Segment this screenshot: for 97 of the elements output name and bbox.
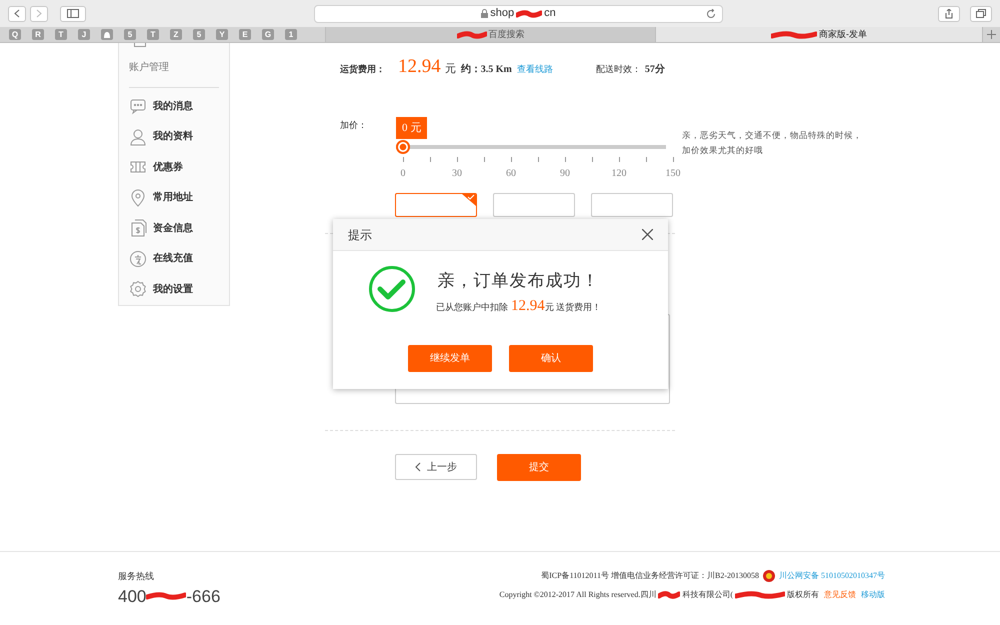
slider-thumb[interactable] xyxy=(396,140,410,154)
sidebar-item[interactable]: 常用地址 xyxy=(129,188,219,208)
bookmark-button[interactable]: G xyxy=(262,29,274,40)
sidebar-item[interactable]: 优惠券 xyxy=(129,157,219,177)
delivery-time: 57分 xyxy=(644,62,665,77)
tick-label: 30 xyxy=(452,167,462,181)
tick-label: 60 xyxy=(506,167,516,181)
chevron-left-icon xyxy=(415,462,421,472)
dialog-button[interactable]: 确认 xyxy=(509,345,593,372)
bookmark-button[interactable]: T xyxy=(55,29,67,40)
url-text: cn xyxy=(544,6,556,22)
sidebar-item[interactable]: 在线充值 xyxy=(129,248,219,268)
hotline-label: 服务热线 xyxy=(118,570,155,583)
section-heading: 账户管理 xyxy=(129,60,219,88)
tick-label: 0 xyxy=(400,167,406,181)
redaction-mark xyxy=(516,10,542,18)
redaction-mark xyxy=(735,591,785,599)
payment-option[interactable] xyxy=(591,193,673,217)
markup-value: 0 元 xyxy=(396,116,428,139)
tabs-button[interactable] xyxy=(970,6,992,22)
redaction-mark xyxy=(146,592,186,600)
tab-title: 百度搜索 xyxy=(488,28,524,41)
dialog-title: 提示 xyxy=(348,226,372,244)
tick-label: 150 xyxy=(666,167,680,181)
location-pin-icon xyxy=(129,188,147,206)
sidebar-item[interactable]: 我的资料 xyxy=(129,126,219,146)
check-corner-icon xyxy=(462,194,476,206)
copyright-text: 科技有限公司( xyxy=(682,589,733,601)
feedback-link[interactable]: 意见反馈 xyxy=(824,589,856,601)
sidebar-item[interactable]: 资金信息 xyxy=(129,218,219,238)
success-check-icon xyxy=(368,265,416,313)
dialog-message: 元 送货费用！ xyxy=(544,300,601,314)
police-record-link[interactable]: 川公网安备 51010502010347号 xyxy=(779,570,885,582)
emblem-icon xyxy=(763,570,775,582)
time-label: 配送时效： xyxy=(596,63,641,76)
fee-unit: 元 xyxy=(444,62,456,77)
bookmark-button[interactable]: Y xyxy=(216,29,228,40)
tab-title: 商家版-发单 xyxy=(819,28,867,41)
slider-track[interactable] xyxy=(396,140,666,154)
markup-hint: 亲，恶劣天气，交通不便，物品特殊的时候，加价效果尤其的好哦 xyxy=(682,128,862,156)
browser-tab[interactable]: 商家版-发单 xyxy=(655,27,982,42)
redaction-mark xyxy=(771,30,817,38)
copyright-text: 版权所有 xyxy=(787,589,819,601)
bookmark-button[interactable]: 5 xyxy=(193,29,205,40)
fee-amount: 12.94 xyxy=(398,55,441,79)
back-step-button[interactable]: 上一步 xyxy=(395,454,477,480)
sidebar-item[interactable]: 我的设置 xyxy=(129,279,219,299)
chevron-right-icon xyxy=(36,9,42,18)
lock-icon xyxy=(481,9,488,18)
bookmark-button[interactable]: T xyxy=(147,29,159,40)
back-button[interactable] xyxy=(8,6,26,22)
share-icon xyxy=(945,8,953,18)
redaction-mark xyxy=(456,30,486,38)
sidebar-icon xyxy=(67,9,79,18)
payment-option[interactable] xyxy=(493,193,575,217)
markup-label: 加价： xyxy=(340,118,368,132)
bookmark-button[interactable]: 1 xyxy=(285,29,297,40)
copyright-text: Copyright ©2012-2017 All Rights reserved.四川 xyxy=(499,589,656,601)
bookmark-button[interactable]: E xyxy=(239,29,251,40)
mobile-link[interactable]: 移动版 xyxy=(861,589,885,601)
url-text: shop xyxy=(490,6,514,22)
tick-label: 90 xyxy=(560,167,570,181)
redaction-mark xyxy=(658,591,680,599)
user-icon xyxy=(129,128,147,146)
icp-text: 蜀ICP备11012011号 增值电信业务经营许可证：川B2-20130058 xyxy=(541,570,759,582)
dialog-button[interactable]: 继续发单 xyxy=(408,345,492,372)
bookmark-button[interactable]: R xyxy=(32,29,44,40)
tabs-icon xyxy=(976,9,986,18)
browser-tab[interactable]: 百度搜索 xyxy=(325,27,655,42)
bookmark-icon[interactable] xyxy=(101,29,113,40)
sidebar-item[interactable]: 我的消息 xyxy=(129,96,219,116)
plus-icon[interactable] xyxy=(987,30,996,39)
close-icon[interactable] xyxy=(642,229,653,240)
document-dollar-icon xyxy=(129,219,147,237)
tick-label: 120 xyxy=(612,167,626,181)
submit-button[interactable]: 提交 xyxy=(497,454,581,481)
bookmark-button[interactable]: 5 xyxy=(124,29,136,40)
hotline-number: -666 xyxy=(186,586,220,608)
sidebar-toggle-button[interactable] xyxy=(60,6,86,22)
address-bar[interactable]: shop cn xyxy=(314,4,723,22)
bookmark-button[interactable]: Q xyxy=(9,29,21,40)
share-button[interactable] xyxy=(938,6,960,22)
payment-option[interactable] xyxy=(395,193,477,217)
distance-text: 约：3.5 Km xyxy=(460,62,512,77)
dialog-heading: 亲，订单发布成功！ xyxy=(438,270,600,292)
fee-label: 运货费用： xyxy=(340,63,386,76)
bookmark-button[interactable]: J xyxy=(78,29,90,40)
deducted-amount: 12.94 xyxy=(511,296,545,316)
chat-icon xyxy=(129,97,147,115)
bookmark-button[interactable]: Z xyxy=(170,29,182,40)
dialog-message: 已从您账户中扣除 xyxy=(436,300,508,314)
coin-icon xyxy=(129,250,147,268)
settings-icon xyxy=(129,280,147,298)
route-link[interactable]: 查看线路 xyxy=(516,63,553,76)
hotline-number: 400 xyxy=(118,586,146,608)
chevron-left-icon xyxy=(14,9,20,18)
reload-icon xyxy=(706,8,716,18)
